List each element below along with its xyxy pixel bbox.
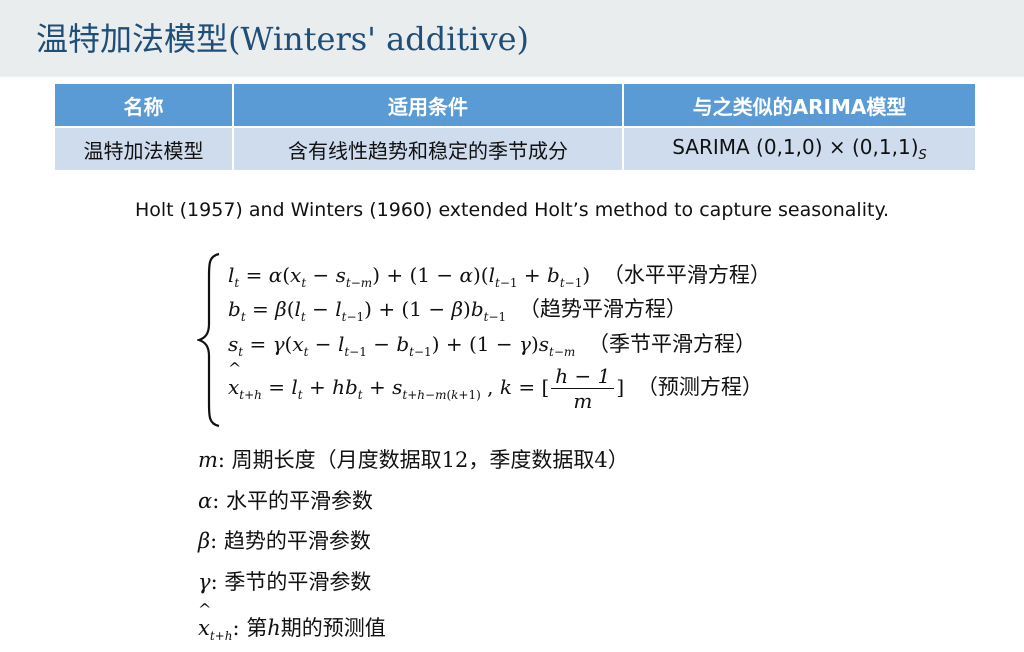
table-row: 温特加法模型 含有线性趋势和稳定的季节成分 SARIMA (0,1,0) × (… (55, 126, 975, 170)
definition-alpha: α: 水平的平滑参数 (198, 489, 373, 513)
definition-gamma: γ: 季节的平滑参数 (198, 570, 372, 594)
definition-m: m: 周期长度（月度数据取12，季度数据取4） (198, 448, 629, 472)
title-bar: 温特加法模型(Winters' additive) (0, 0, 1024, 77)
header-name: 名称 (55, 84, 234, 127)
header-arima: 与之类似的ARIMA模型 (623, 84, 975, 127)
cell-condition: 含有线性趋势和稳定的季节成分 (233, 126, 624, 170)
cell-arima: SARIMA (0,1,0) × (0,1,1)S (623, 126, 975, 170)
equation-forecast: xt+h = lt + hbt + st+h−m(k+1) , k = [h −… (228, 359, 763, 413)
arima-text: SARIMA (0,1,0) × (0,1,1) (672, 135, 919, 159)
table-header-row: 名称 适用条件 与之类似的ARIMA模型 (55, 84, 975, 127)
arima-subscript: S (918, 148, 927, 163)
definition-beta: β: 趋势的平滑参数 (198, 529, 371, 553)
forecast-label: （预测方程） (636, 375, 763, 399)
comparison-table: 名称 适用条件 与之类似的ARIMA模型 温特加法模型 含有线性趋势和稳定的季节… (55, 84, 975, 170)
holt-winters-note: Holt (1957) and Winters (1960) extended … (134, 199, 890, 221)
equation-trend: bt = β(lt − lt−1) + (1 − β)bt−1 （趋势平滑方程） (228, 297, 687, 324)
definition-xhat: xt+h: 第h期的预测值 (198, 600, 386, 643)
fraction: h − 1m (551, 364, 615, 413)
trend-label: （趋势平滑方程） (518, 297, 687, 321)
equation-level: lt = α(xt − st−m) + (1 − α)(lt−1 + bt−1)… (228, 263, 771, 290)
equation-brace (197, 252, 220, 428)
level-label: （水平平滑方程） (602, 263, 771, 287)
equation-season: st = γ(xt − lt−1 − bt−1) + (1 − γ)st−m （… (228, 332, 757, 359)
header-condition: 适用条件 (233, 84, 624, 127)
cell-name: 温特加法模型 (55, 126, 234, 170)
season-label: （季节平滑方程） (588, 332, 757, 356)
page-title: 温特加法模型(Winters' additive) (36, 20, 530, 58)
